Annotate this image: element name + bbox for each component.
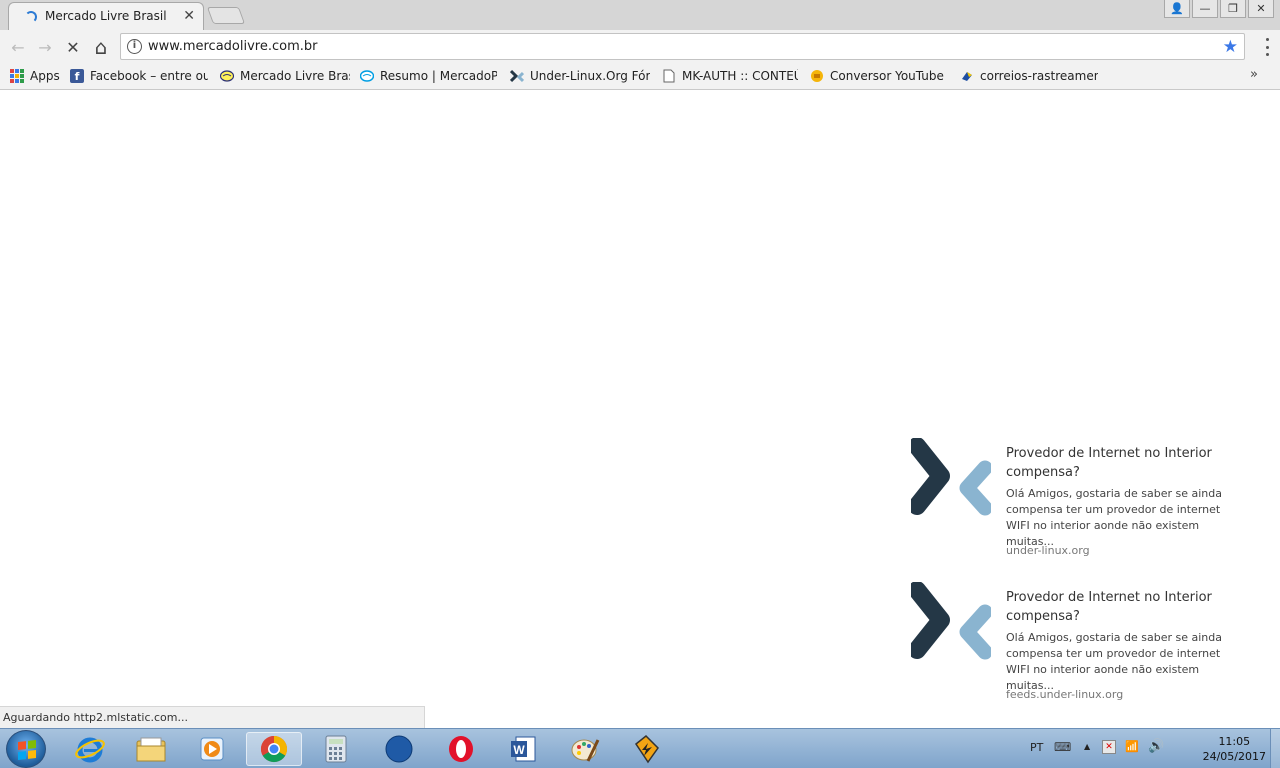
mercadolivre-icon [220,69,234,83]
loading-spinner-icon [25,11,37,23]
notification-body: Olá Amigos, gostaria de saber se ainda c… [1006,631,1222,692]
more-bookmarks-icon[interactable]: » [1250,67,1258,82]
file-explorer-icon[interactable] [123,732,179,766]
correios-icon [960,69,974,83]
keyboard-icon[interactable]: ⌨ [1054,740,1071,754]
svg-text:W: W [513,743,525,757]
paint-icon[interactable] [557,732,613,766]
converter-icon [810,69,824,83]
chrome-icon[interactable] [246,732,302,766]
clock-date: 24/05/2017 [1202,750,1266,763]
minimize-icon[interactable]: — [1192,0,1218,18]
bookmarks-bar: Apps f Facebook – entre ou c Mercado Liv… [0,63,1280,90]
tab-title: Mercado Livre Brasil [45,9,167,23]
media-player-icon[interactable] [184,732,240,766]
windows-logo-icon [18,740,36,760]
bookmark-under-linux[interactable]: Under-Linux.Org Fóru [510,67,650,85]
browser-toolbar: ← → ✕ ⌂ i www.mercadolivre.com.br ★ [0,30,1280,63]
word-icon[interactable]: W [495,732,551,766]
back-arrow-icon[interactable]: ← [8,37,28,57]
notification-source: under-linux.org [1006,544,1090,557]
bookmark-star-icon[interactable]: ★ [1223,37,1238,57]
restore-icon[interactable]: ❐ [1220,0,1246,18]
facebook-icon: f [70,69,84,83]
bookmark-apps[interactable]: Apps [10,67,62,85]
stop-loading-icon[interactable]: ✕ [63,37,83,57]
bookmark-correios[interactable]: correios-rastreament [960,67,1098,85]
signal-bars-icon[interactable]: 📶 [1125,740,1139,753]
winamp-icon[interactable] [618,732,674,766]
tab-strip: Mercado Livre Brasil ✕ 👤 — ❐ ✕ [0,0,1280,30]
new-tab-button[interactable] [206,7,246,24]
notification-source: feeds.under-linux.org [1006,688,1124,701]
moon-app-icon[interactable] [371,732,427,766]
page-icon [662,69,676,83]
under-linux-logo-icon [911,438,991,516]
notification-title: Provedor de Internet no Interior compens… [1006,446,1212,480]
tab-close-icon[interactable]: ✕ [183,8,195,24]
browser-menu-icon[interactable] [1264,38,1270,56]
address-bar[interactable]: i www.mercadolivre.com.br ★ [120,33,1245,60]
volume-icon[interactable]: 🔊 [1148,739,1164,754]
home-icon[interactable]: ⌂ [91,35,111,59]
notification-title: Provedor de Internet no Interior compens… [1006,590,1212,624]
window-controls: 👤 — ❐ ✕ [1164,0,1274,18]
notification-1[interactable]: Provedor de Internet no Interior compens… [905,438,1250,568]
notification-body: Olá Amigos, gostaria de saber se ainda c… [1006,487,1222,548]
tab-mercado-livre[interactable]: Mercado Livre Brasil ✕ [8,2,204,30]
taskbar: W PT ⌨ ▲ ✕ 📶 🔊 11:05 24/05/2017 [0,728,1280,768]
opera-icon[interactable] [433,732,489,766]
internet-explorer-icon[interactable] [62,732,118,766]
language-indicator[interactable]: PT [1030,741,1043,754]
network-error-icon[interactable]: ✕ [1102,740,1116,754]
clock[interactable]: 11:05 24/05/2017 [1203,734,1266,764]
clock-time: 11:05 [1218,735,1251,748]
mercadopago-icon [360,69,374,83]
under-linux-logo-icon [911,582,991,660]
show-desktop-button[interactable] [1270,729,1280,768]
status-bubble: Aguardando http2.mlstatic.com... [0,706,425,728]
notification-2[interactable]: Provedor de Internet no Interior compens… [905,582,1250,712]
bookmark-facebook[interactable]: f Facebook – entre ou c [70,67,208,85]
show-hidden-icons-icon[interactable]: ▲ [1084,742,1090,751]
underlinux-icon [510,69,524,83]
apps-grid-icon [10,69,24,83]
bookmark-mercado-livre[interactable]: Mercado Livre Brasil [220,67,350,85]
forward-arrow-icon[interactable]: → [35,37,55,57]
person-icon[interactable]: 👤 [1164,0,1190,18]
bookmark-mercadopago[interactable]: Resumo | MercadoPag [360,67,497,85]
site-info-icon[interactable]: i [127,39,142,54]
system-tray: PT ⌨ ▲ ✕ 📶 🔊 11:05 24/05/2017 [1030,729,1280,768]
calculator-icon[interactable] [308,732,364,766]
bookmark-mk-auth[interactable]: MK-AUTH :: CONTEÚ [662,67,798,85]
address-url[interactable]: www.mercadolivre.com.br [148,39,317,54]
close-icon[interactable]: ✕ [1248,0,1274,18]
bookmark-conversor-youtube[interactable]: Conversor YouTube p [810,67,947,85]
start-button[interactable] [6,730,46,768]
